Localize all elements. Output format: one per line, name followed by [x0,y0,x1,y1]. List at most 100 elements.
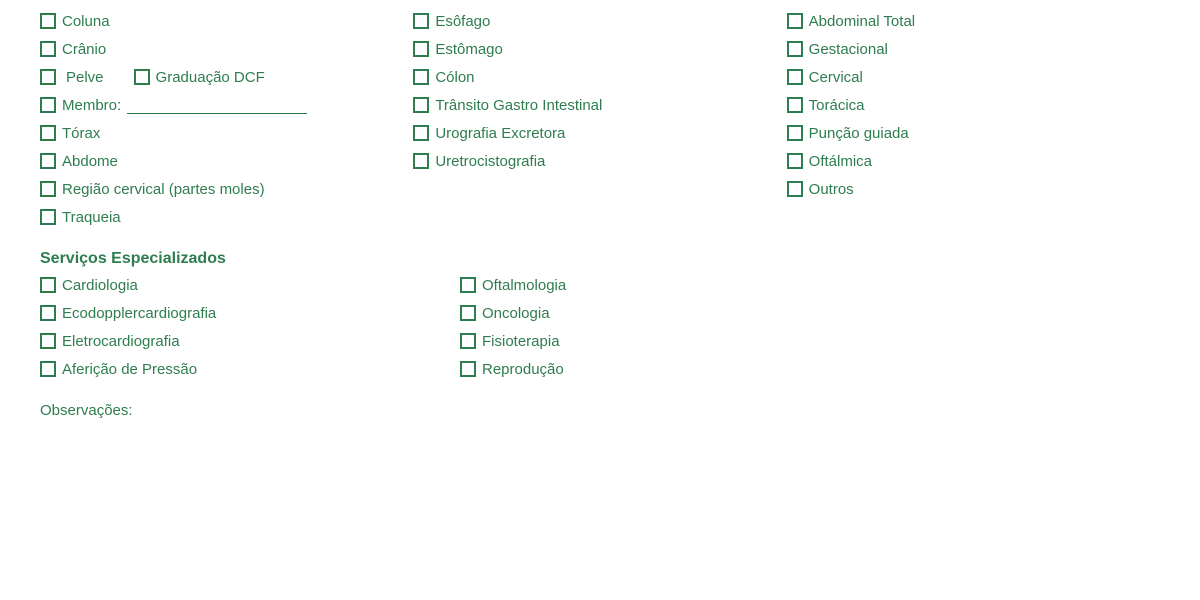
services-column-1: Cardiologia Ecodopplercardiografia Eletr… [40,274,460,384]
label-oftalmologia: Oftalmologia [482,277,566,294]
page: Coluna Crânio Pelve Graduação DCF Membro… [0,0,1200,600]
checkbox-transito[interactable] [413,97,429,113]
label-oftalmica: Oftálmica [809,153,872,170]
item-esofago: Esôfago [413,10,786,32]
label-estomago: Estômago [435,41,503,58]
item-reproducao: Reprodução [460,358,810,380]
item-abdominal-total: Abdominal Total [787,10,1160,32]
label-cardiologia: Cardiologia [62,277,138,294]
services-column-3-empty [810,274,1160,384]
label-eletrocardiografia: Eletrocardiografia [62,333,180,350]
label-transito: Trânsito Gastro Intestinal [435,97,602,114]
label-cervical: Cervical [809,69,863,86]
checkbox-oncologia[interactable] [460,305,476,321]
item-oftalmica: Oftálmica [787,150,1160,172]
item-coluna: Coluna [40,10,413,32]
item-gestacional: Gestacional [787,38,1160,60]
item-torax: Tórax [40,122,413,144]
label-fisioterapia: Fisioterapia [482,333,560,350]
label-reproducao: Reprodução [482,361,564,378]
label-coluna: Coluna [62,13,110,30]
services-title: Serviços Especializados [40,250,1160,268]
main-columns: Coluna Crânio Pelve Graduação DCF Membro… [40,10,1160,232]
checkbox-reproducao[interactable] [460,361,476,377]
item-fisioterapia: Fisioterapia [460,330,810,352]
label-abdominal-total: Abdominal Total [809,13,915,30]
item-uretrocistografia: Uretrocistografia [413,150,786,172]
item-puncao-guiada: Punção guiada [787,122,1160,144]
item-pelve: Pelve Graduação DCF [40,66,413,88]
label-puncao-guiada: Punção guiada [809,125,909,142]
column-2: Esôfago Estômago Cólon Trânsito Gastro I… [413,10,786,232]
label-esofago: Esôfago [435,13,490,30]
checkbox-pelve[interactable] [40,69,56,85]
item-membro: Membro: [40,94,413,116]
label-oncologia: Oncologia [482,305,550,322]
membro-input[interactable] [127,96,307,114]
column-1: Coluna Crânio Pelve Graduação DCF Membro… [40,10,413,232]
services-section: Serviços Especializados Cardiologia Ecod… [40,250,1160,384]
item-afericao: Aferição de Pressão [40,358,460,380]
checkbox-graduacao-dcf[interactable] [134,69,150,85]
services-columns: Cardiologia Ecodopplercardiografia Eletr… [40,274,1160,384]
checkbox-urografia[interactable] [413,125,429,141]
label-cranio: Crânio [62,41,106,58]
item-eletrocardiografia: Eletrocardiografia [40,330,460,352]
checkbox-cranio[interactable] [40,41,56,57]
item-oftalmologia: Oftalmologia [460,274,810,296]
checkbox-torax[interactable] [40,125,56,141]
label-abdome: Abdome [62,153,118,170]
item-urografia: Urografia Excretora [413,122,786,144]
label-traqueia: Traqueia [62,209,121,226]
checkbox-outros[interactable] [787,181,803,197]
label-regiao-cervical: Região cervical (partes moles) [62,181,265,198]
checkbox-puncao-guiada[interactable] [787,125,803,141]
label-membro: Membro: [62,97,121,114]
checkbox-oftalmica[interactable] [787,153,803,169]
checkbox-fisioterapia[interactable] [460,333,476,349]
item-abdome: Abdome [40,150,413,172]
checkbox-ecodopplercardiografia[interactable] [40,305,56,321]
observacoes-label: Observações: [40,402,1160,419]
item-ecodopplercardiografia: Ecodopplercardiografia [40,302,460,324]
label-gestacional: Gestacional [809,41,888,58]
label-graduacao-dcf: Graduação DCF [156,69,265,86]
item-cardiologia: Cardiologia [40,274,460,296]
item-colon: Cólon [413,66,786,88]
label-urografia: Urografia Excretora [435,125,565,142]
label-colon: Cólon [435,69,474,86]
label-pelve: Pelve [66,69,104,86]
label-uretrocistografia: Uretrocistografia [435,153,545,170]
item-toracica: Torácica [787,94,1160,116]
checkbox-colon[interactable] [413,69,429,85]
checkbox-abdominal-total[interactable] [787,13,803,29]
checkbox-traqueia[interactable] [40,209,56,225]
checkbox-oftalmologia[interactable] [460,277,476,293]
checkbox-coluna[interactable] [40,13,56,29]
item-estomago: Estômago [413,38,786,60]
checkbox-uretrocistografia[interactable] [413,153,429,169]
label-afericao: Aferição de Pressão [62,361,197,378]
checkbox-regiao-cervical[interactable] [40,181,56,197]
checkbox-gestacional[interactable] [787,41,803,57]
checkbox-membro[interactable] [40,97,56,113]
checkbox-eletrocardiografia[interactable] [40,333,56,349]
checkbox-esofago[interactable] [413,13,429,29]
checkbox-afericao[interactable] [40,361,56,377]
services-column-2: Oftalmologia Oncologia Fisioterapia Repr… [460,274,810,384]
checkbox-cervical[interactable] [787,69,803,85]
label-outros: Outros [809,181,854,198]
label-torax: Tórax [62,125,100,142]
item-regiao-cervical: Região cervical (partes moles) [40,178,413,200]
item-cervical: Cervical [787,66,1160,88]
checkbox-abdome[interactable] [40,153,56,169]
column-3: Abdominal Total Gestacional Cervical Tor… [787,10,1160,232]
checkbox-toracica[interactable] [787,97,803,113]
label-toracica: Torácica [809,97,865,114]
item-cranio: Crânio [40,38,413,60]
item-outros: Outros [787,178,1160,200]
item-transito: Trânsito Gastro Intestinal [413,94,786,116]
checkbox-estomago[interactable] [413,41,429,57]
item-traqueia: Traqueia [40,206,413,228]
checkbox-cardiologia[interactable] [40,277,56,293]
